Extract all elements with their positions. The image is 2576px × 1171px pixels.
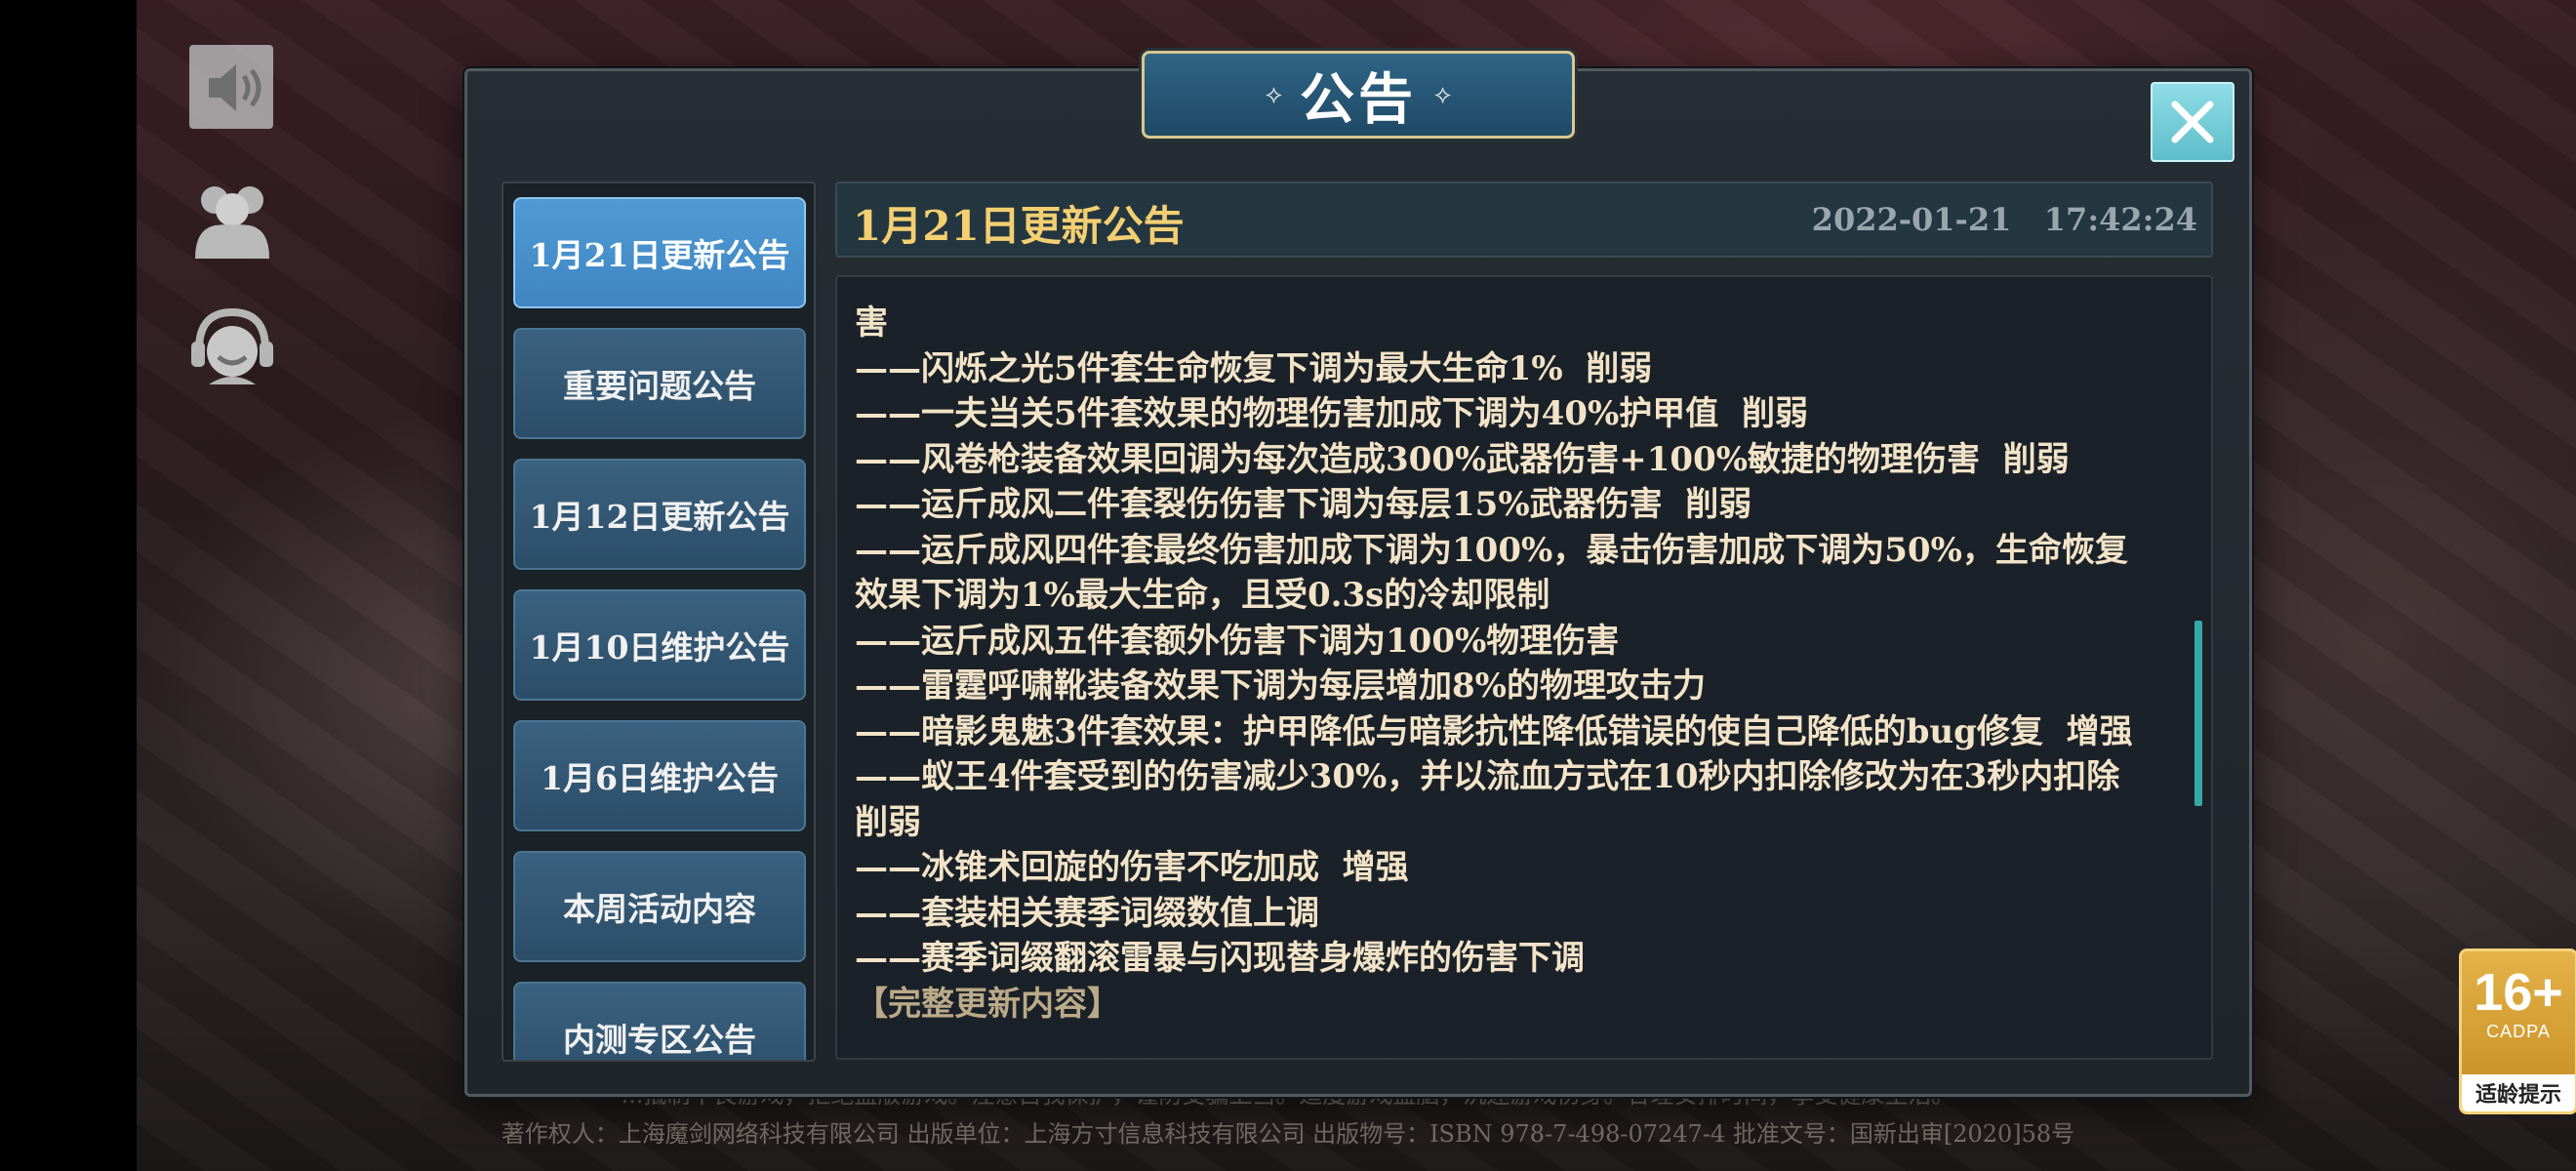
dialog-title: 公告 — [1300, 66, 1417, 132]
notice-line: ——一夫当关5件套效果的物理伤害加成下调为40%护甲值 削弱 — [855, 394, 1808, 433]
notice-tab-list[interactable]: 1月21日更新公告 重要问题公告 1月12日更新公告 1月10日维护公告 1月6… — [502, 182, 816, 1062]
notice-line: ——暗影鬼魅3件套效果：护甲降低与暗影抗性降低错误的使自己降低的bug修复 增强 — [855, 711, 2133, 751]
notice-line: ——闪烁之光5件套生命恢复下调为最大生命1% 削弱 — [855, 348, 1653, 388]
tab-0110-maintenance[interactable]: 1月10日维护公告 — [513, 589, 806, 701]
notice-line: 削弱 — [855, 802, 921, 842]
tab-beta-zone[interactable]: 内测专区公告 — [513, 982, 806, 1060]
notice-scrollbar[interactable] — [2194, 621, 2202, 806]
notice-line: ——套装相关赛季词缀数值上调 — [855, 893, 1319, 933]
dialog-title-plate: ⟡ 公告 ⟡ — [1142, 51, 1575, 139]
notice-content[interactable]: 害 ——闪烁之光5件套生命恢复下调为最大生命1% 削弱 ——一夫当关5件套效果的… — [835, 275, 2213, 1060]
title-ornament-right-icon: ⟡ — [1434, 79, 1452, 109]
notice-title: 1月21日更新公告 — [853, 202, 1185, 250]
notice-line: ——冰锥术回旋的伤害不吃加成 增强 — [855, 848, 1409, 887]
speaker-icon[interactable] — [185, 41, 279, 135]
customer-service-icon[interactable] — [185, 299, 279, 392]
notice-line: ——赛季词缀翻滚雷暴与闪现替身爆炸的伤害下调 — [855, 939, 1585, 978]
age-rating-tip: 适龄提示 — [2462, 1074, 2575, 1111]
tab-0121-update[interactable]: 1月21日更新公告 — [513, 197, 806, 308]
copyright-line-2: 著作权人：上海魔剑网络科技有限公司 出版单位：上海方寸信息科技有限公司 出版物号… — [501, 1120, 2075, 1148]
age-rating-org: CADPA — [2486, 1022, 2551, 1041]
notice-line: ——雷霆呼啸靴装备效果下调为每层增加8%的物理攻击力 — [855, 666, 1706, 706]
notice-line: ——蚁王4件套受到的伤害减少30%，并以流血方式在10秒内扣除修改为在3秒内扣除 — [855, 757, 2120, 796]
notice-line: ——运斤成风四件套最终伤害加成下调为100%，暴击伤害加成下调为50%，生命恢复 — [855, 530, 2128, 570]
notice-datetime: 2022-01-21 17:42:24 — [1811, 201, 2197, 238]
notice-line-section-heading: 【完整更新内容】 — [855, 984, 1120, 1024]
tab-0106-maintenance[interactable]: 1月6日维护公告 — [513, 720, 806, 831]
notice-line: ——运斤成风二件套裂伤伤害下调为每层15%武器伤害 削弱 — [855, 485, 1752, 524]
close-icon — [2171, 101, 2214, 143]
age-rating-badge[interactable]: 16+ CADPA 适龄提示 — [2459, 949, 2576, 1114]
tab-important-issues[interactable]: 重要问题公告 — [513, 328, 806, 439]
tab-0112-update[interactable]: 1月12日更新公告 — [513, 459, 806, 570]
notice-line: ——运斤成风五件套额外伤害下调为100%物理伤害 — [855, 621, 1620, 661]
friends-icon[interactable] — [185, 172, 279, 265]
tab-weekly-events[interactable]: 本周活动内容 — [513, 851, 806, 962]
notice-body: 害 ——闪烁之光5件套生命恢复下调为最大生命1% 削弱 ——一夫当关5件套效果的… — [855, 301, 2172, 1027]
age-rating-number: 16+ — [2474, 963, 2563, 1022]
notice-line: 效果下调为1%最大生命，且受0.3s的冷却限制 — [855, 576, 1550, 615]
notice-line: 害 — [855, 303, 888, 343]
close-button[interactable] — [2151, 82, 2234, 162]
notice-line: ——风卷枪装备效果回调为每次造成300%武器伤害+100%敏捷的物理伤害 削弱 — [855, 439, 2070, 479]
notice-header: 1月21日更新公告 2022-01-21 17:42:24 — [835, 182, 2213, 258]
title-ornament-left-icon: ⟡ — [1265, 79, 1282, 109]
